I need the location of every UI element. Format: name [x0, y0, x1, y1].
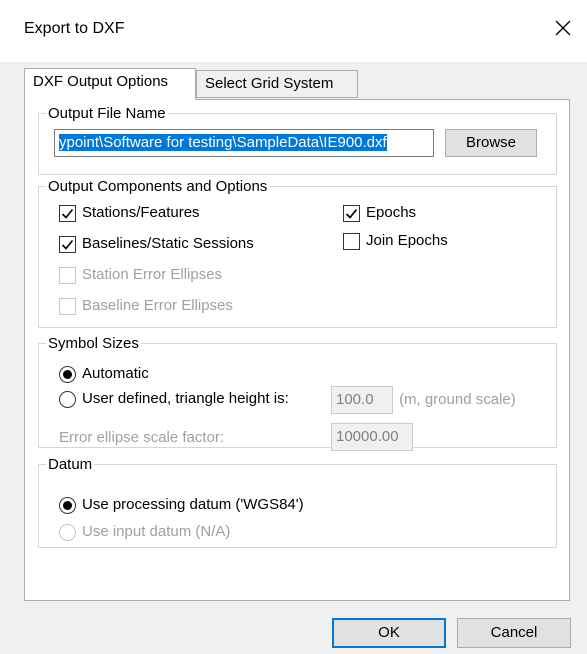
baselines-label[interactable]: Baselines/Static Sessions [82, 235, 254, 252]
error-scale-input[interactable]: 10000.00 [331, 423, 413, 451]
epochs-label[interactable]: Epochs [366, 204, 416, 221]
stations-label[interactable]: Stations/Features [82, 204, 200, 221]
output-file-input[interactable]: ypoint\Software for testing\SampleData\I… [54, 129, 434, 157]
error-scale-label: Error ellipse scale factor: [59, 429, 225, 446]
epochs-checkbox[interactable] [343, 205, 360, 222]
triangle-units-label: (m, ground scale) [399, 391, 516, 408]
radio-selected-dot [63, 370, 72, 379]
join-epochs-label[interactable]: Join Epochs [366, 232, 448, 249]
user-defined-label[interactable]: User defined, triangle height is: [82, 390, 289, 407]
browse-button[interactable]: Browse [445, 129, 537, 157]
tab-select-grid-system[interactable]: Select Grid System [196, 70, 358, 98]
user-defined-radio[interactable] [59, 391, 76, 408]
close-icon [555, 20, 571, 36]
station-error-ellipses-label: Station Error Ellipses [82, 266, 223, 283]
output-components-legend: Output Components and Options [48, 178, 268, 195]
cancel-button[interactable]: Cancel [457, 618, 571, 648]
triangle-height-input[interactable]: 100.0 [331, 386, 393, 414]
baseline-error-ellipses-label: Baseline Error Ellipses [82, 297, 233, 314]
checkmark-icon [345, 208, 358, 219]
baseline-error-ellipses-checkbox[interactable] [59, 298, 76, 315]
symbol-sizes-legend: Symbol Sizes [48, 335, 139, 352]
checkmark-icon [61, 239, 74, 250]
checkmark-icon [61, 208, 74, 219]
tab-dxf-output-options[interactable]: DXF Output Options [24, 68, 196, 100]
close-button[interactable] [548, 13, 578, 43]
output-file-legend: Output File Name [48, 105, 166, 122]
input-datum-label: Use input datum (N/A) [82, 523, 231, 540]
ok-button[interactable]: OK [332, 618, 446, 648]
tab-panel: Output File Name ypoint\Software for tes… [24, 99, 570, 601]
output-file-value: ypoint\Software for testing\SampleData\I… [59, 134, 387, 151]
input-datum-radio[interactable] [59, 524, 76, 541]
title-bar: Export to DXF [0, 0, 587, 62]
window-title: Export to DXF [24, 20, 125, 37]
radio-selected-dot [63, 501, 72, 510]
automatic-label[interactable]: Automatic [82, 365, 149, 382]
datum-legend: Datum [48, 456, 93, 473]
join-epochs-checkbox[interactable] [343, 233, 360, 250]
processing-datum-label[interactable]: Use processing datum ('WGS84') [82, 496, 304, 513]
processing-datum-radio[interactable] [59, 497, 76, 514]
automatic-radio[interactable] [59, 366, 76, 383]
station-error-ellipses-checkbox[interactable] [59, 267, 76, 284]
stations-checkbox[interactable] [59, 205, 76, 222]
baselines-checkbox[interactable] [59, 236, 76, 253]
